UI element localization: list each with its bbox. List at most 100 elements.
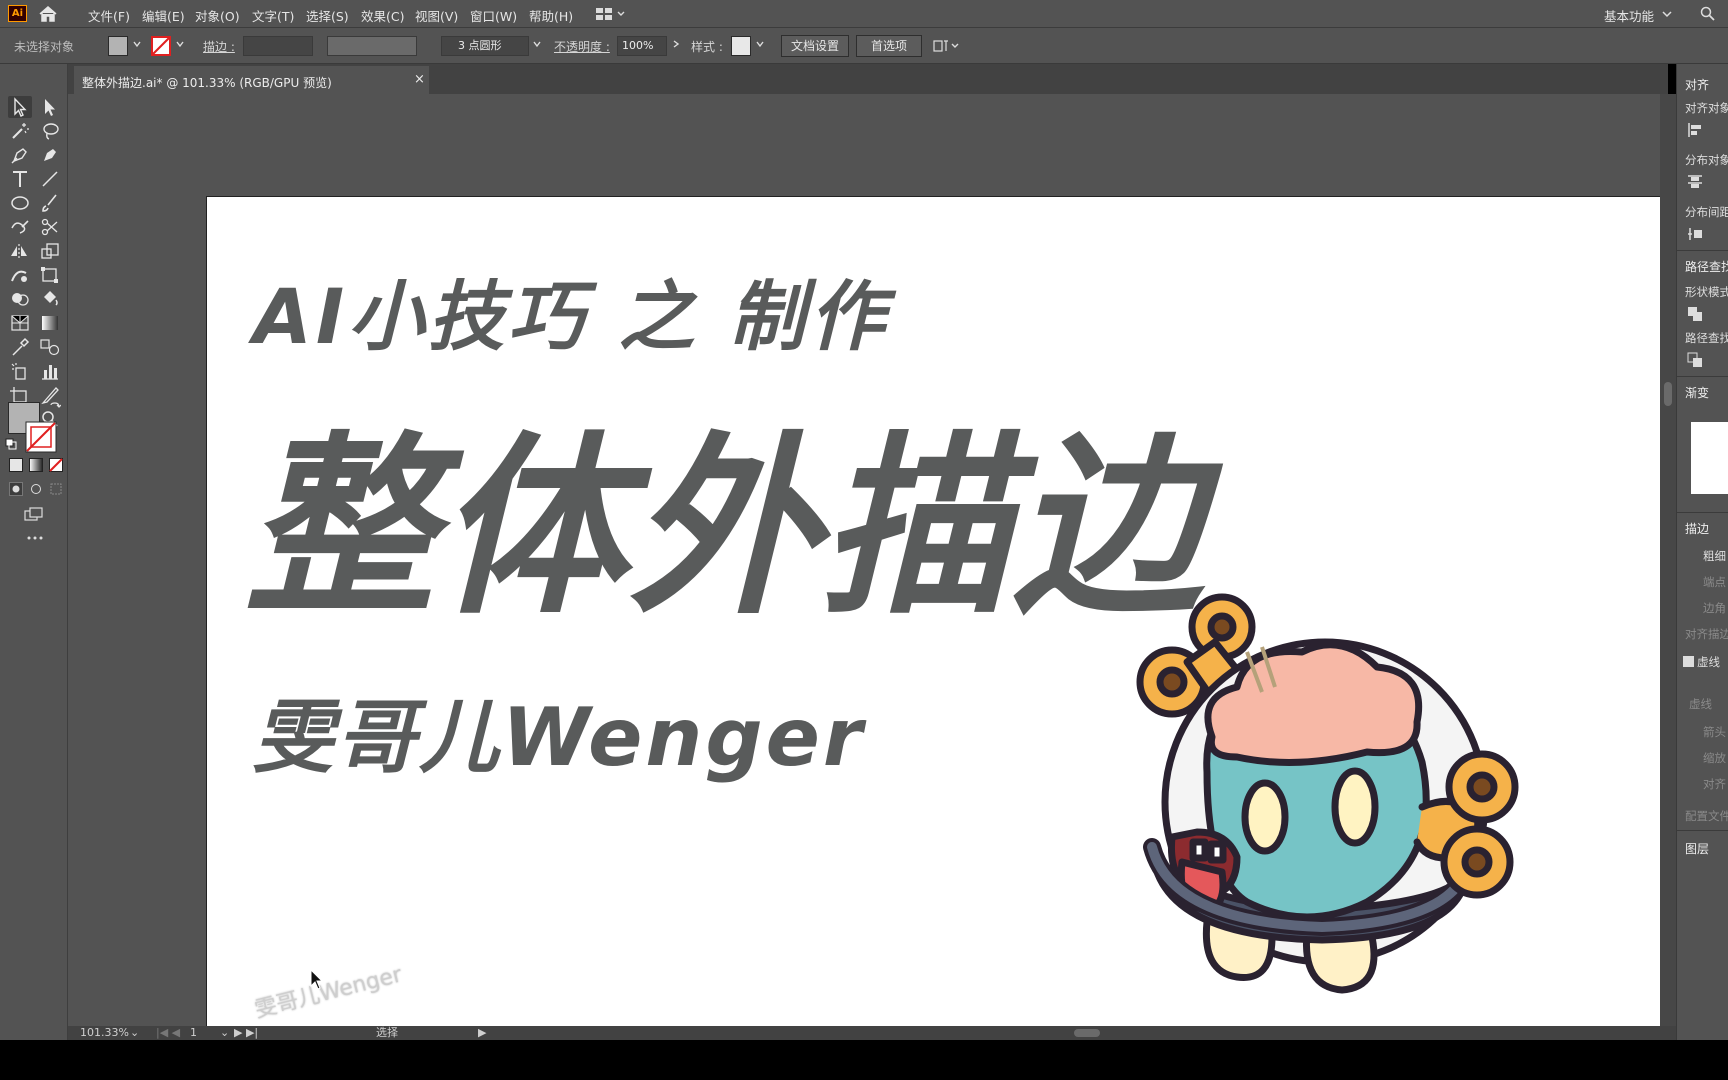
chevron-down-icon[interactable] bbox=[533, 40, 541, 48]
symbol-sprayer-tool[interactable] bbox=[8, 360, 32, 382]
menu-file[interactable]: 文件(F) bbox=[88, 6, 130, 25]
artboard-number[interactable]: 1 bbox=[190, 1026, 197, 1040]
shaper-tool[interactable] bbox=[8, 216, 32, 238]
color-mode-button[interactable] bbox=[9, 458, 23, 472]
warp-tool[interactable] bbox=[8, 264, 32, 286]
stroke-panel-title[interactable]: 描边 bbox=[1685, 520, 1709, 537]
eyedropper-tool[interactable] bbox=[8, 336, 32, 358]
headline-line-2[interactable]: 整体外描边 bbox=[245, 370, 1205, 651]
chevron-down-icon[interactable] bbox=[133, 40, 141, 48]
paintbrush-tool[interactable] bbox=[38, 192, 62, 214]
chevron-down-icon[interactable]: ⌄ bbox=[220, 1026, 229, 1040]
chevron-right-icon[interactable] bbox=[672, 40, 680, 48]
free-transform-tool[interactable] bbox=[38, 264, 62, 286]
layers-panel-title[interactable]: 图层 bbox=[1685, 840, 1709, 857]
preferences-button[interactable]: 首选项 bbox=[856, 35, 922, 57]
status-menu-icon[interactable]: ▶ bbox=[478, 1026, 486, 1040]
live-paint-bucket-tool[interactable] bbox=[38, 288, 62, 310]
search-icon[interactable] bbox=[1700, 6, 1716, 22]
reflect-tool[interactable] bbox=[8, 240, 32, 262]
none-mode-button[interactable] bbox=[49, 458, 63, 472]
zoom-level[interactable]: 101.33% bbox=[80, 1026, 129, 1040]
horizontal-scrollbar-thumb[interactable] bbox=[1074, 1029, 1100, 1037]
workspace-switcher[interactable]: 基本功能 bbox=[1604, 6, 1654, 25]
arrange-documents-icon[interactable] bbox=[596, 7, 626, 21]
align-left-icon[interactable] bbox=[1687, 122, 1703, 138]
chevron-down-icon[interactable]: ⌄ bbox=[130, 1026, 139, 1040]
menu-object[interactable]: 对象(O) bbox=[195, 6, 240, 25]
chevron-down-icon[interactable] bbox=[176, 40, 184, 48]
gradient-preview[interactable] bbox=[1691, 422, 1728, 494]
line-segment-tool[interactable] bbox=[38, 168, 62, 190]
stroke-color-box[interactable] bbox=[24, 420, 58, 454]
menu-type[interactable]: 文字(T) bbox=[252, 6, 294, 25]
default-colors-icon[interactable] bbox=[5, 438, 17, 450]
perspective-grid-icon bbox=[11, 315, 29, 331]
shape-builder-tool[interactable] bbox=[8, 288, 32, 310]
canvas[interactable]: AI小技巧 之 制作 整体外描边 雯哥儿Wenger 雯哥儿Wenger bbox=[68, 94, 1668, 1080]
opacity-field[interactable]: 100% bbox=[617, 36, 667, 56]
unite-icon[interactable] bbox=[1687, 306, 1703, 322]
artboard[interactable]: AI小技巧 之 制作 整体外描边 雯哥儿Wenger 雯哥儿Wenger bbox=[206, 196, 1668, 1080]
lasso-tool[interactable] bbox=[38, 120, 62, 142]
style-label: 样式 : bbox=[691, 40, 723, 54]
draw-behind-icon[interactable] bbox=[29, 482, 43, 496]
graphic-style-swatch[interactable] bbox=[731, 36, 751, 56]
align-panel-title[interactable]: 对齐 bbox=[1685, 76, 1709, 93]
curvature-tool[interactable] bbox=[38, 144, 62, 166]
stroke-label[interactable]: 描边 : bbox=[203, 38, 235, 55]
headline-line-3[interactable]: 雯哥儿Wenger bbox=[253, 673, 865, 789]
menu-select[interactable]: 选择(S) bbox=[306, 6, 349, 25]
swap-colors-icon[interactable] bbox=[49, 401, 61, 413]
column-graph-tool[interactable] bbox=[38, 360, 62, 382]
fill-swatch[interactable] bbox=[108, 36, 128, 56]
stroke-swatch[interactable] bbox=[151, 36, 171, 56]
menu-edit[interactable]: 编辑(E) bbox=[142, 6, 185, 25]
gradient-panel-title[interactable]: 渐变 bbox=[1685, 384, 1709, 401]
direct-selection-icon bbox=[45, 99, 55, 116]
screen-mode-icon[interactable] bbox=[23, 506, 45, 522]
menu-help[interactable]: 帮助(H) bbox=[529, 6, 573, 25]
menu-effect[interactable]: 效果(C) bbox=[361, 6, 404, 25]
scrollbar-thumb[interactable] bbox=[1664, 382, 1672, 406]
ellipse-tool[interactable] bbox=[8, 192, 32, 214]
selection-tool[interactable] bbox=[8, 96, 32, 118]
more-tools-icon[interactable] bbox=[26, 534, 44, 542]
draw-normal-icon[interactable] bbox=[9, 482, 23, 496]
scissors-tool[interactable] bbox=[38, 216, 62, 238]
profile-label: 配置文件 bbox=[1685, 809, 1728, 823]
next-artboard-icon[interactable]: ▶ ▶| bbox=[234, 1026, 258, 1040]
divide-icon[interactable] bbox=[1687, 352, 1703, 368]
variable-width-profile[interactable] bbox=[327, 36, 417, 56]
pathfinder-panel-title[interactable]: 路径查找器 bbox=[1685, 258, 1728, 275]
home-icon[interactable] bbox=[38, 5, 58, 23]
scale-tool[interactable] bbox=[38, 240, 62, 262]
pen-tool[interactable] bbox=[8, 144, 32, 166]
chevron-down-icon[interactable] bbox=[1662, 10, 1672, 18]
distribute-top-icon[interactable] bbox=[1687, 174, 1703, 190]
type-tool[interactable] bbox=[8, 168, 32, 190]
first-artboard-icon[interactable]: |◀ ◀ bbox=[156, 1026, 180, 1040]
document-tab[interactable]: 整体外描边.ai* @ 101.33% (RGB/GPU 预览) × bbox=[74, 66, 429, 94]
blend-tool[interactable] bbox=[38, 336, 62, 358]
draw-inside-icon[interactable] bbox=[49, 482, 63, 496]
brush-definition-dropdown[interactable]: 3 点圆形 bbox=[441, 36, 529, 56]
menu-view[interactable]: 视图(V) bbox=[415, 6, 458, 25]
perspective-grid-tool[interactable] bbox=[8, 312, 32, 334]
close-icon[interactable]: × bbox=[414, 72, 425, 87]
distribute-spacing-icon[interactable] bbox=[1687, 226, 1703, 242]
vertical-scrollbar[interactable] bbox=[1660, 94, 1676, 1026]
chevron-down-icon[interactable] bbox=[756, 40, 764, 48]
direct-selection-tool[interactable] bbox=[38, 96, 62, 118]
magic-wand-tool[interactable] bbox=[8, 120, 32, 142]
headline-line-1[interactable]: AI小技巧 之 制作 bbox=[253, 255, 889, 365]
arrange-icon[interactable] bbox=[932, 38, 960, 54]
stroke-weight-field[interactable] bbox=[243, 36, 313, 56]
dashed-line-checkbox[interactable] bbox=[1683, 656, 1694, 667]
opacity-label[interactable]: 不透明度 : bbox=[554, 38, 610, 55]
gradient-tool[interactable] bbox=[38, 312, 62, 334]
menu-window[interactable]: 窗口(W) bbox=[470, 6, 517, 25]
document-setup-button[interactable]: 文档设置 bbox=[781, 35, 849, 57]
brain-robot-mascot[interactable] bbox=[1097, 592, 1537, 1032]
gradient-mode-button[interactable] bbox=[29, 458, 43, 472]
